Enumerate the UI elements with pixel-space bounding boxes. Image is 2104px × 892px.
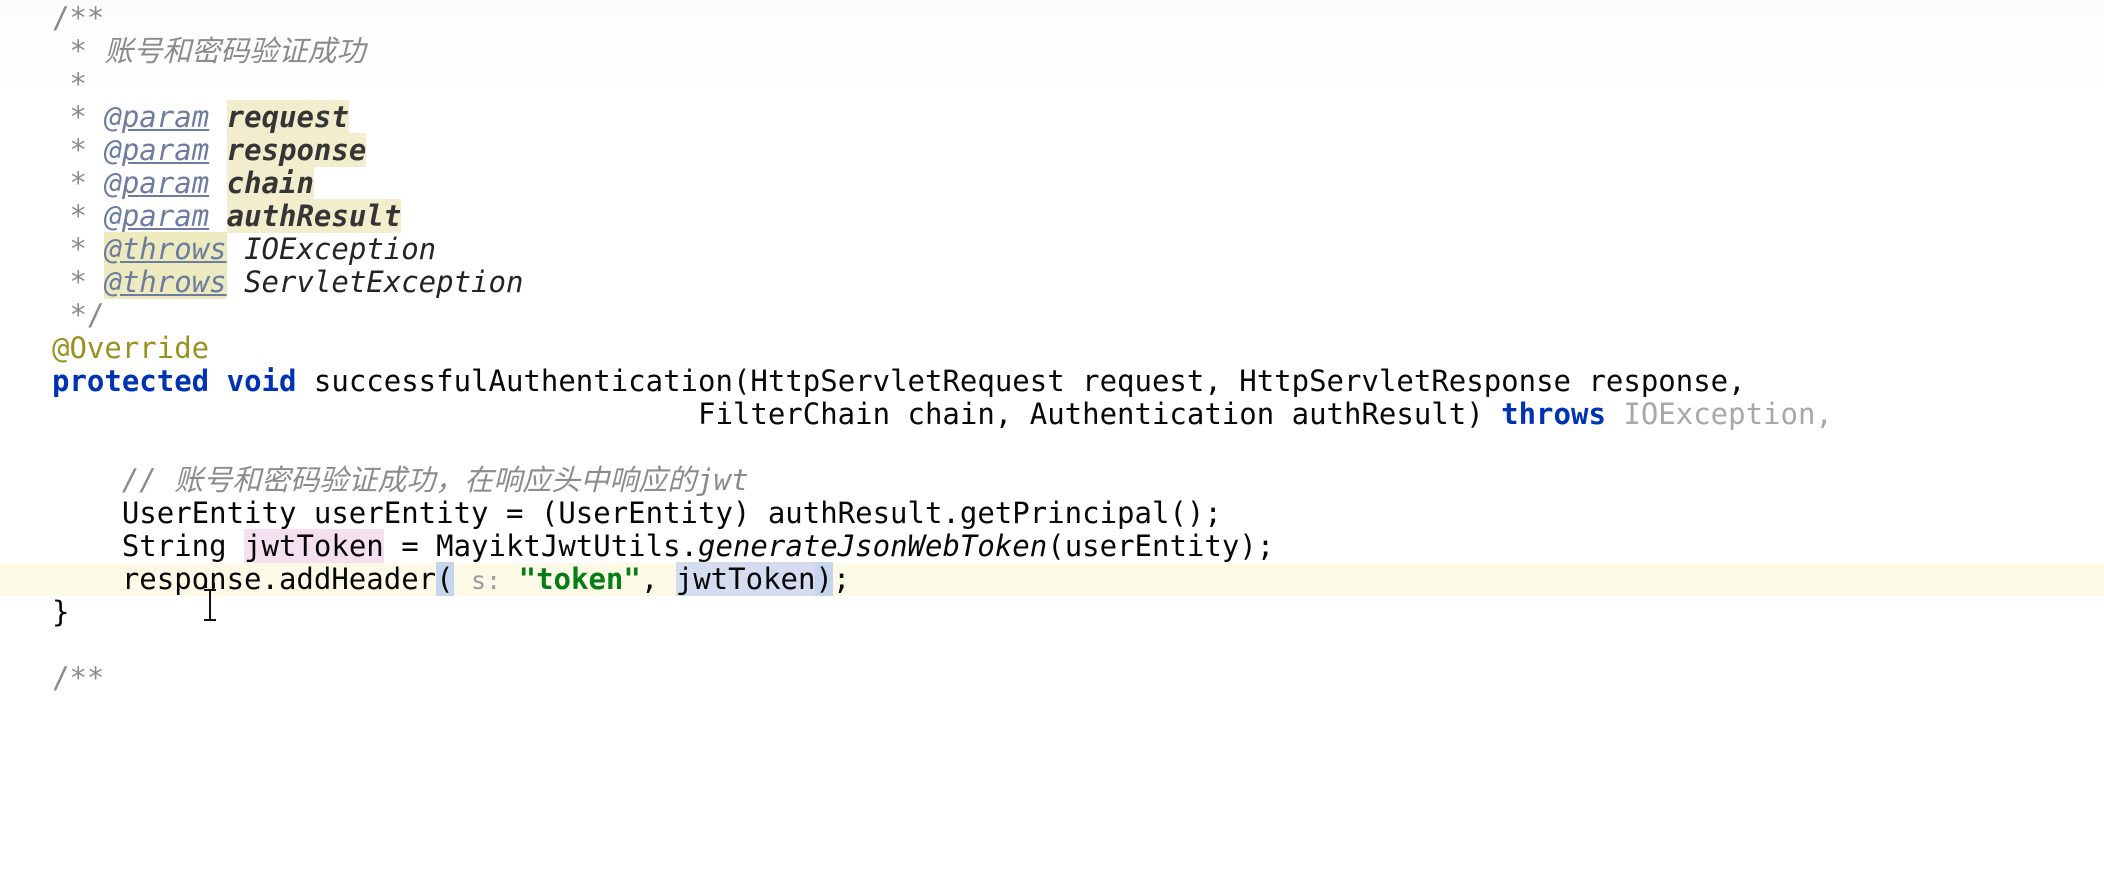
code-token: @param <box>104 199 210 233</box>
code-line-method-signature[interactable]: protected void successfulAuthentication(… <box>0 365 2104 398</box>
code-token: IOException <box>244 232 437 266</box>
code-token: , <box>640 562 676 596</box>
code-token: ; <box>832 562 851 596</box>
code-lines-container[interactable]: /** * 账号和密码验证成功 * * @param request * @pa… <box>0 0 2104 695</box>
code-line-javadoc-param-request[interactable]: * @param request <box>0 100 2104 134</box>
code-token: authResult <box>226 199 402 233</box>
code-token: @throws <box>104 265 227 299</box>
code-token: * <box>52 265 105 299</box>
code-token: ) <box>815 562 833 596</box>
code-token: @Override <box>52 331 210 365</box>
code-token: /** <box>52 1 105 35</box>
code-line-javadoc-throws-ioexception[interactable]: * @throws IOException <box>0 232 2104 266</box>
code-token: // 账号和密码验证成功，在响应头中响应的jwt <box>121 463 749 497</box>
code-token: response.addHeader <box>52 562 437 596</box>
code-line-annotation-override[interactable]: @Override <box>0 332 2104 365</box>
code-token: chain <box>226 166 314 200</box>
code-token: IOException, <box>1623 397 1833 431</box>
code-token: @throws <box>104 232 227 266</box>
code-token: "token" <box>518 562 641 596</box>
code-token: * <box>52 199 105 233</box>
code-line-javadoc-blank[interactable]: * <box>0 68 2104 101</box>
code-token: @param <box>104 100 210 134</box>
code-token: } <box>52 595 70 629</box>
code-line-javadoc-throws-servletexception[interactable]: * @throws ServletException <box>0 265 2104 299</box>
code-token: generateJsonWebToken <box>698 529 1048 563</box>
code-token: successfulAuthentication(HttpServletRequ… <box>296 364 1746 398</box>
code-token: * <box>52 166 105 200</box>
code-line-method-signature-cont[interactable]: FilterChain chain, Authentication authRe… <box>0 398 2104 431</box>
code-token: jwtToken <box>244 529 384 563</box>
code-token: @param <box>104 133 210 167</box>
code-token: response <box>226 133 367 167</box>
code-line-body-comment[interactable]: // 账号和密码验证成功，在响应头中响应的jwt <box>0 464 2104 497</box>
code-line-next-javadoc-open[interactable]: /** <box>0 662 2104 695</box>
code-line-trailing-blank[interactable] <box>0 629 2104 662</box>
code-token: String <box>52 529 245 563</box>
code-line-javadoc-summary[interactable]: * 账号和密码验证成功 <box>0 35 2104 68</box>
code-token: /** <box>52 661 105 695</box>
code-token: protected <box>52 364 210 398</box>
code-line-javadoc-param-chain[interactable]: * @param chain <box>0 166 2104 200</box>
code-editor-viewport[interactable]: /** * 账号和密码验证成功 * * @param request * @pa… <box>0 0 2104 892</box>
code-token: ( <box>436 562 454 596</box>
code-token: */ <box>52 298 105 332</box>
code-token: * <box>52 133 105 167</box>
code-line-body-blank[interactable] <box>0 431 2104 464</box>
code-token: * <box>52 100 105 134</box>
code-token: throws <box>1501 397 1606 431</box>
code-token: 账号和密码验证成功 <box>104 34 366 68</box>
code-token: = MayiktJwtUtils. <box>383 529 699 563</box>
code-line-body-jwttoken[interactable]: String jwtToken = MayiktJwtUtils.generat… <box>0 529 2104 563</box>
code-token: * <box>52 34 105 68</box>
code-token: @param <box>104 166 210 200</box>
code-line-body-userentity[interactable]: UserEntity userEntity = (UserEntity) aut… <box>0 497 2104 530</box>
code-token: (userEntity); <box>1047 529 1275 563</box>
code-token: * <box>52 67 87 101</box>
code-token: * <box>52 232 105 266</box>
code-token: void <box>226 364 297 398</box>
code-token: UserEntity userEntity = (UserEntity) aut… <box>52 496 1222 530</box>
code-line-body-close-brace[interactable]: } <box>0 596 2104 629</box>
code-line-javadoc-param-response[interactable]: * @param response <box>0 133 2104 167</box>
code-line-javadoc-close[interactable]: */ <box>0 299 2104 332</box>
code-token: request <box>226 100 349 134</box>
code-token: FilterChain chain, Authentication authRe… <box>52 397 1502 431</box>
code-line-body-addheader[interactable]: response.addHeader( s: "token", jwtToken… <box>0 562 2104 596</box>
code-line-javadoc-open[interactable]: /** <box>0 2 2104 35</box>
code-token: s: <box>471 566 502 595</box>
code-line-javadoc-param-authresult[interactable]: * @param authResult <box>0 199 2104 233</box>
code-token: jwtToken <box>675 562 816 596</box>
code-token: ServletException <box>244 265 524 299</box>
